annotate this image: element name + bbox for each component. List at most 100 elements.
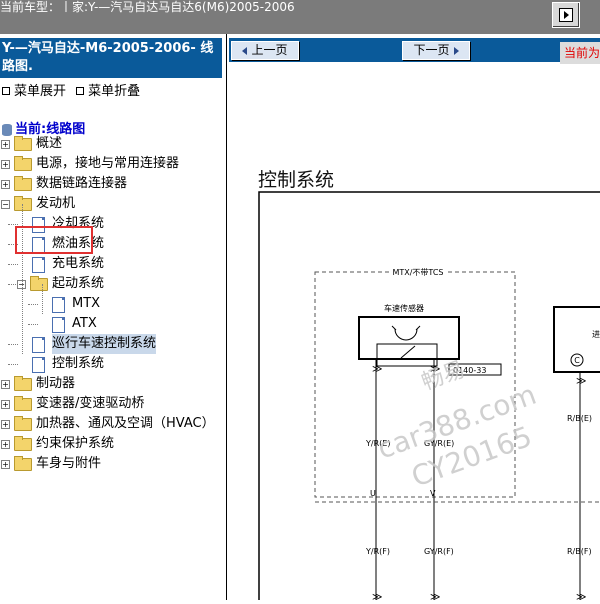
tree-connector: [28, 324, 38, 325]
tree-connector: [28, 304, 38, 305]
wiring-diagram: 控制系统 MTX/不带TCS 车速传感器 进 C 0140-33 ≫ ≫ ≫ ≫…: [229, 62, 600, 604]
expand-toggle-icon[interactable]: +: [1, 380, 10, 389]
page-nav-bar: 上一页 下一页 当前为: [229, 38, 600, 64]
sidebar-title: Y-—汽马自达-M6-2005-2006- 线路图.: [0, 38, 222, 78]
tree-connector: [8, 264, 18, 265]
tree-connector: [8, 344, 18, 345]
document-icon: [32, 257, 45, 273]
right-component-label: 进: [592, 330, 600, 339]
tree-item-label: 起动系统: [52, 276, 105, 291]
tree-item[interactable]: + 制动器: [0, 374, 226, 394]
expand-toggle-icon[interactable]: +: [1, 180, 10, 189]
wire-label-bot-mid: GY/R(F): [424, 547, 454, 556]
expand-toggle-icon[interactable]: +: [1, 440, 10, 449]
menu-controls: 菜单展开 菜单折叠: [0, 80, 144, 99]
connector-chevron: ≫: [430, 592, 440, 600]
document-icon: [52, 317, 65, 333]
mtx-label: MTX/不带TCS: [392, 268, 443, 277]
expand-toggle-icon[interactable]: +: [1, 140, 10, 149]
tree-item[interactable]: MTX: [0, 294, 226, 314]
tree-item[interactable]: + 数据链路连接器: [0, 174, 226, 194]
folder-icon: [14, 436, 32, 451]
wire-label-bot-right: R/B(F): [567, 547, 592, 556]
current-page-indicator: 当前为: [560, 42, 600, 64]
tree-item-label: 加热器、通风及空调（HVAC）: [36, 416, 215, 431]
content-pane: 上一页 下一页 当前为 控制系统 MTX/不带TCS 车速传感器 进 C 014…: [229, 34, 600, 604]
collapse-menu-link[interactable]: 菜单折叠: [74, 84, 140, 99]
tree-item[interactable]: + 电源，接地与常用连接器: [0, 154, 226, 174]
sidebar: Y-—汽马自达-M6-2005-2006- 线路图. 菜单展开 菜单折叠 当前:…: [0, 34, 227, 600]
folder-icon: [14, 396, 32, 411]
wire-label-bot-left: Y/R(F): [365, 547, 390, 556]
tree-item-label: 电源，接地与常用连接器: [36, 156, 180, 171]
speed-sensor-box: [358, 316, 460, 360]
connector-chevron: ≫: [576, 376, 586, 387]
prev-page-button[interactable]: 上一页: [231, 41, 299, 60]
tree-item[interactable]: ATX: [0, 314, 226, 334]
diagram-title: 控制系统: [258, 169, 334, 191]
tree-item-label: 控制系统: [52, 356, 105, 371]
expand-toggle-icon[interactable]: +: [1, 400, 10, 409]
document-icon: [32, 337, 45, 353]
wire-label-top-right: R/B(E): [567, 414, 592, 423]
document-icon: [52, 297, 65, 313]
vehicle-breadcrumb: 当前车型：丨家:Y-—汽马自达马自达6(M6)2005-2006: [0, 0, 295, 14]
tree-item-label: 巡行车速控制系统: [52, 334, 157, 354]
tree-guide-line: [42, 284, 43, 314]
tree-item[interactable]: + 概述: [0, 134, 226, 154]
tree-item-label: 充电系统: [52, 256, 105, 271]
connector-chevron: ≫: [372, 592, 382, 600]
play-icon: [559, 8, 573, 22]
circle-letter: C: [574, 356, 580, 365]
folder-icon: [14, 176, 32, 191]
tree-item-label: 约束保护系统: [36, 436, 115, 451]
tree-item-label: 制动器: [36, 376, 76, 391]
expand-toggle-icon[interactable]: +: [1, 420, 10, 429]
expand-menu-link[interactable]: 菜单展开: [0, 84, 66, 99]
tree-item-label: 变速器/变速驱动桥: [36, 396, 145, 411]
tree-item-label: 发动机: [36, 196, 76, 211]
expand-toggle-icon[interactable]: +: [1, 160, 10, 169]
folder-icon: [14, 136, 32, 151]
tree-item[interactable]: − 发动机: [0, 194, 226, 214]
sensor-label: 车速传感器: [384, 303, 424, 313]
folder-icon: [14, 456, 32, 471]
tree-item[interactable]: + 车身与附件: [0, 454, 226, 474]
connector-letter-mid: V: [430, 489, 436, 498]
open-folder-icon: [14, 196, 32, 211]
open-folder-icon: [30, 276, 48, 291]
folder-icon: [14, 376, 32, 391]
tree-item-label: 数据链路连接器: [36, 176, 128, 191]
tree-item[interactable]: − 起动系统: [0, 274, 226, 294]
diagram-frame: [258, 191, 600, 604]
tree-item-label: 概述: [36, 136, 63, 151]
tree-item-label: MTX: [72, 296, 101, 311]
connector-chevron: ≫: [372, 364, 382, 375]
next-page-button[interactable]: 下一页: [402, 41, 470, 60]
right-arrow-icon: [453, 46, 459, 55]
tree-connector: [8, 224, 18, 225]
tree-item[interactable]: 充电系统: [0, 254, 226, 274]
tree-item[interactable]: 巡行车速控制系统: [0, 334, 226, 354]
tree-item-label: ATX: [72, 316, 97, 331]
tree-connector: [8, 364, 18, 365]
tree-item[interactable]: + 约束保护系统: [0, 434, 226, 454]
tree-item-label: 车身与附件: [36, 456, 102, 471]
document-icon: [32, 357, 45, 373]
collapse-toggle-icon[interactable]: −: [1, 200, 10, 209]
wiring-diagram-svg: 控制系统 MTX/不带TCS 车速传感器 进 C 0140-33 ≫ ≫ ≫ ≫…: [258, 169, 600, 604]
tree-item[interactable]: + 变速器/变速驱动桥: [0, 394, 226, 414]
folder-icon: [14, 156, 32, 171]
folder-icon: [14, 416, 32, 431]
expand-toggle-icon[interactable]: +: [1, 460, 10, 469]
top-bar: 当前车型：丨家:Y-—汽马自达马自达6(M6)2005-2006: [0, 0, 600, 34]
tree-item[interactable]: 控制系统: [0, 354, 226, 374]
toggle-panel-button[interactable]: [552, 2, 580, 28]
tree-item[interactable]: + 加热器、通风及空调（HVAC）: [0, 414, 226, 434]
square-icon: [2, 87, 10, 95]
watermark-line-1: 畅易: [419, 357, 469, 396]
connector-chevron: ≫: [576, 592, 586, 600]
left-arrow-icon: [242, 46, 248, 55]
square-icon: [76, 87, 85, 95]
connector-letter-left: U: [370, 489, 376, 498]
